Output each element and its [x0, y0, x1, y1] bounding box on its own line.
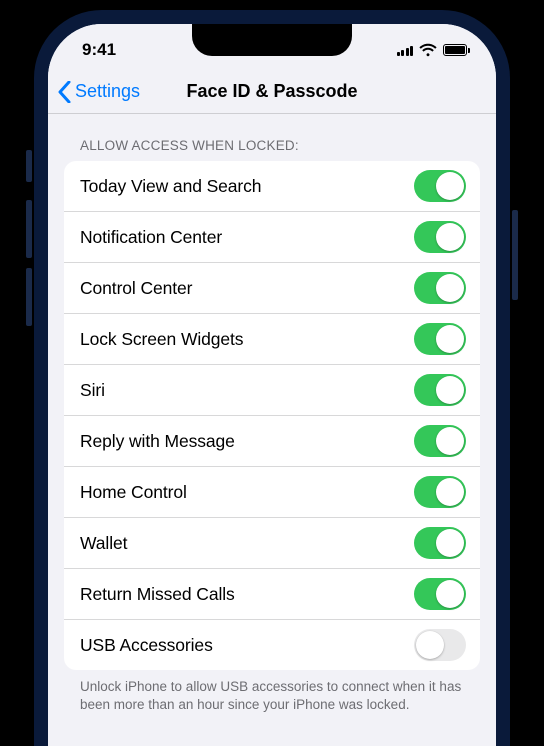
cellular-icon: [397, 44, 414, 56]
status-icons: [397, 43, 471, 57]
notch: [192, 24, 352, 56]
toggle-knob: [436, 325, 464, 353]
setting-row: USB Accessories: [64, 620, 480, 670]
back-label: Settings: [75, 81, 140, 102]
toggle-knob: [436, 376, 464, 404]
status-time: 9:41: [82, 40, 116, 60]
toggle[interactable]: [414, 629, 466, 661]
content: ALLOW ACCESS WHEN LOCKED: Today View and…: [48, 114, 496, 746]
toggle[interactable]: [414, 272, 466, 304]
setting-row: Today View and Search: [64, 161, 480, 212]
nav-bar: Settings Face ID & Passcode: [48, 70, 496, 114]
toggle[interactable]: [414, 578, 466, 610]
toggle[interactable]: [414, 221, 466, 253]
setting-label: Return Missed Calls: [80, 584, 235, 605]
settings-group: Today View and Search Notification Center…: [64, 161, 480, 670]
section-footer: Unlock iPhone to allow USB accessories t…: [64, 670, 480, 714]
toggle-knob: [436, 580, 464, 608]
setting-row: Reply with Message: [64, 416, 480, 467]
toggle[interactable]: [414, 476, 466, 508]
setting-row: Notification Center: [64, 212, 480, 263]
toggle[interactable]: [414, 527, 466, 559]
toggle-knob: [436, 172, 464, 200]
chevron-left-icon: [58, 81, 71, 103]
setting-label: Siri: [80, 380, 105, 401]
section-header: ALLOW ACCESS WHEN LOCKED:: [64, 114, 480, 161]
setting-row: Control Center: [64, 263, 480, 314]
setting-label: Control Center: [80, 278, 192, 299]
toggle-knob: [436, 529, 464, 557]
wifi-icon: [419, 43, 437, 57]
toggle[interactable]: [414, 170, 466, 202]
setting-label: Wallet: [80, 533, 127, 554]
setting-row: Wallet: [64, 518, 480, 569]
toggle[interactable]: [414, 425, 466, 457]
setting-label: USB Accessories: [80, 635, 213, 656]
setting-label: Reply with Message: [80, 431, 235, 452]
setting-label: Home Control: [80, 482, 187, 503]
toggle-knob: [436, 223, 464, 251]
toggle[interactable]: [414, 323, 466, 355]
setting-row: Siri: [64, 365, 480, 416]
toggle-knob: [436, 274, 464, 302]
setting-row: Lock Screen Widgets: [64, 314, 480, 365]
toggle-knob: [436, 427, 464, 455]
setting-label: Notification Center: [80, 227, 222, 248]
toggle[interactable]: [414, 374, 466, 406]
toggle-knob: [416, 631, 444, 659]
toggle-knob: [436, 478, 464, 506]
back-button[interactable]: Settings: [58, 81, 140, 103]
setting-row: Home Control: [64, 467, 480, 518]
setting-row: Return Missed Calls: [64, 569, 480, 620]
setting-label: Today View and Search: [80, 176, 261, 197]
battery-icon: [443, 44, 470, 56]
phone-frame: 9:41 Settings Face ID & Passcod: [34, 10, 510, 746]
setting-label: Lock Screen Widgets: [80, 329, 243, 350]
